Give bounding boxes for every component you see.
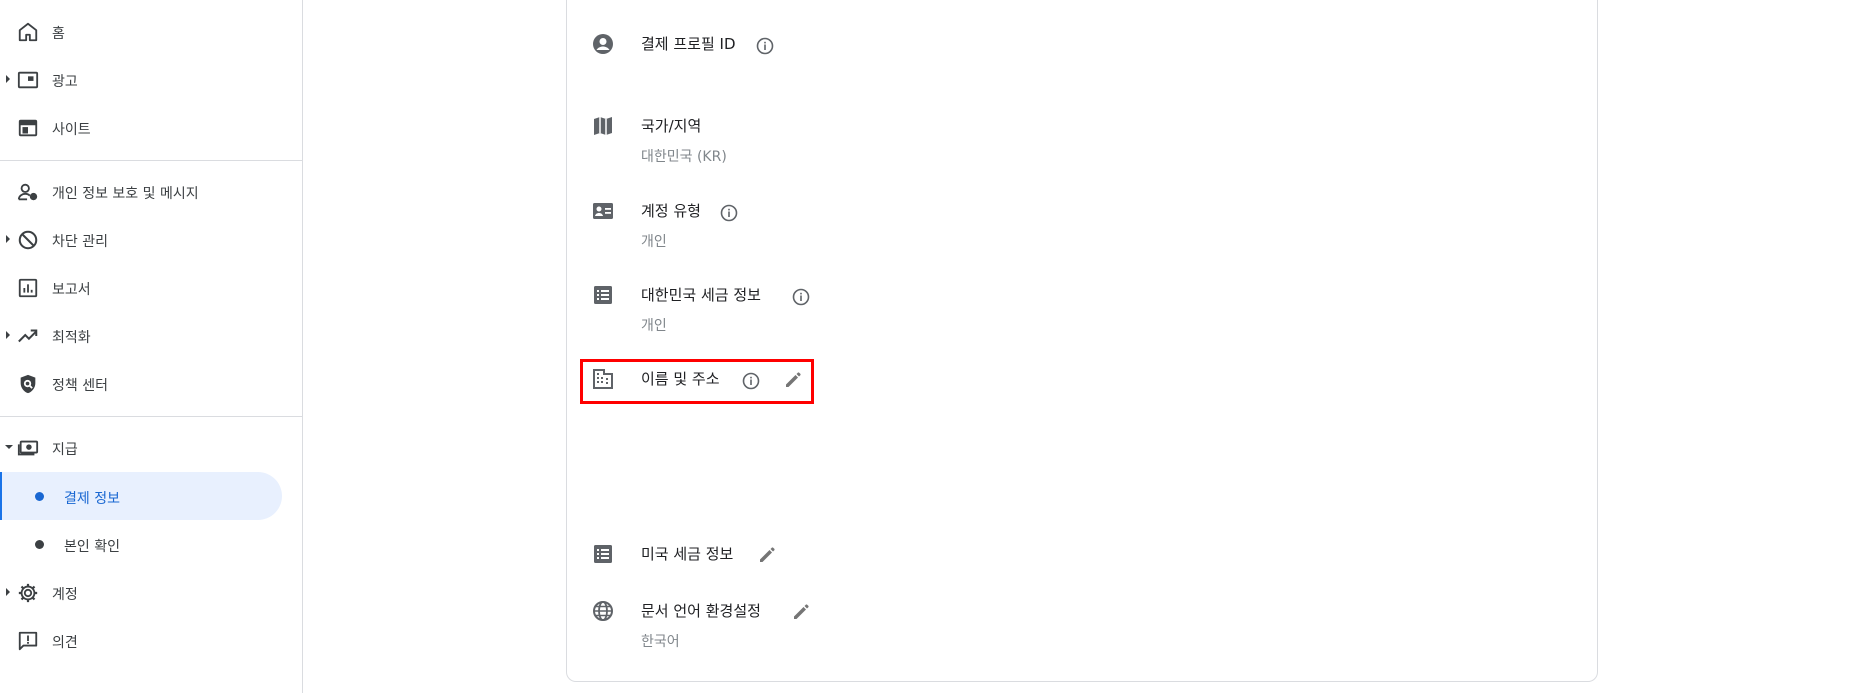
info-icon[interactable]: [755, 36, 775, 56]
account-type-label: 계정 유형: [641, 202, 701, 220]
sidebar-item-block-management[interactable]: 차단 관리: [0, 215, 282, 263]
expand-arrow-icon[interactable]: [6, 75, 10, 83]
info-icon[interactable]: [719, 203, 739, 223]
sidebar-item-identity-verification[interactable]: 본인 확인: [0, 520, 282, 568]
sidebar-item-privacy-messaging[interactable]: 개인 정보 보호 및 메시지: [0, 167, 282, 215]
sidebar-item-policy-center[interactable]: 정책 센터: [0, 359, 282, 407]
sidebar-item-payments[interactable]: 지급: [0, 423, 282, 471]
document-language-label: 문서 언어 환경설정: [641, 602, 761, 620]
globe-icon: [593, 601, 613, 621]
sidebar-item-account[interactable]: 계정: [0, 568, 282, 616]
edit-pencil-icon[interactable]: [791, 602, 811, 622]
sidebar-item-label: 최적화: [52, 330, 91, 346]
policy-shield-icon: [20, 374, 36, 394]
contact-card-icon: [593, 203, 613, 219]
sidebar-item-label: 개인 정보 보호 및 메시지: [52, 186, 199, 202]
home-icon: [18, 22, 38, 42]
map-icon: [594, 117, 612, 135]
reports-icon: [18, 278, 38, 298]
trending-icon: [18, 329, 38, 343]
sidebar-item-label: 지급: [52, 442, 78, 458]
sidebar-item-label: 차단 관리: [52, 234, 108, 250]
feedback-icon: [18, 631, 38, 651]
sidebar-item-label: 광고: [52, 74, 78, 90]
sidebar-item-label: 정책 센터: [52, 378, 108, 394]
sites-icon: [18, 119, 38, 137]
country-region-value: 대한민국 (KR): [641, 149, 727, 165]
collapse-arrow-icon[interactable]: [5, 445, 13, 449]
sidebar: 홈 광고 사이트 개인 정보 보호 및 메시지 차단 관리 보고서 최적화 정책…: [0, 0, 303, 693]
account-type-value: 개인: [641, 234, 667, 250]
list-icon: [594, 286, 612, 304]
sidebar-item-ads[interactable]: 광고: [0, 55, 282, 103]
info-icon[interactable]: [791, 287, 811, 307]
account-circle-icon: [593, 34, 613, 54]
sidebar-item-feedback[interactable]: 의견: [0, 616, 282, 664]
sidebar-item-label: 사이트: [52, 122, 91, 138]
sidebar-item-optimization[interactable]: 최적화: [0, 311, 282, 359]
korea-tax-info-label: 대한민국 세금 정보: [641, 286, 761, 304]
korea-tax-info-value: 개인: [641, 318, 667, 334]
expand-arrow-icon[interactable]: [6, 588, 10, 596]
us-tax-info-label: 미국 세금 정보: [641, 545, 734, 563]
gear-icon: [18, 583, 38, 603]
sidebar-item-sites[interactable]: 사이트: [0, 103, 282, 151]
sidebar-item-label: 계정: [52, 587, 78, 603]
divider: [0, 160, 303, 161]
expand-arrow-icon[interactable]: [6, 235, 10, 243]
name-address-highlight-box: [580, 359, 814, 404]
list-icon: [594, 545, 612, 563]
sidebar-item-label: 의견: [52, 635, 78, 651]
sidebar-item-label: 본인 확인: [64, 539, 120, 555]
block-icon: [18, 230, 38, 250]
document-language-value: 한국어: [641, 634, 680, 650]
sidebar-item-label: 홈: [52, 26, 65, 42]
ads-icon: [17, 71, 39, 89]
country-region-label: 국가/지역: [641, 117, 702, 135]
sidebar-item-billing-info[interactable]: 결제 정보: [0, 472, 282, 520]
bullet-icon: [35, 540, 44, 549]
billing-info-card: 결제 프로필 ID 국가/지역 대한민국 (KR) 계정 유형 개인 대한민국 …: [566, 0, 1598, 682]
billing-profile-id-label: 결제 프로필 ID: [641, 35, 736, 53]
payments-icon: [17, 440, 39, 456]
sidebar-item-label: 보고서: [52, 282, 91, 298]
privacy-messaging-icon: [17, 183, 38, 201]
edit-pencil-icon[interactable]: [757, 545, 777, 565]
sidebar-item-label: 결제 정보: [64, 491, 120, 507]
expand-arrow-icon[interactable]: [6, 331, 10, 339]
sidebar-item-home[interactable]: 홈: [0, 7, 282, 55]
divider: [0, 416, 303, 417]
sidebar-item-reports[interactable]: 보고서: [0, 263, 282, 311]
bullet-icon: [35, 492, 44, 501]
